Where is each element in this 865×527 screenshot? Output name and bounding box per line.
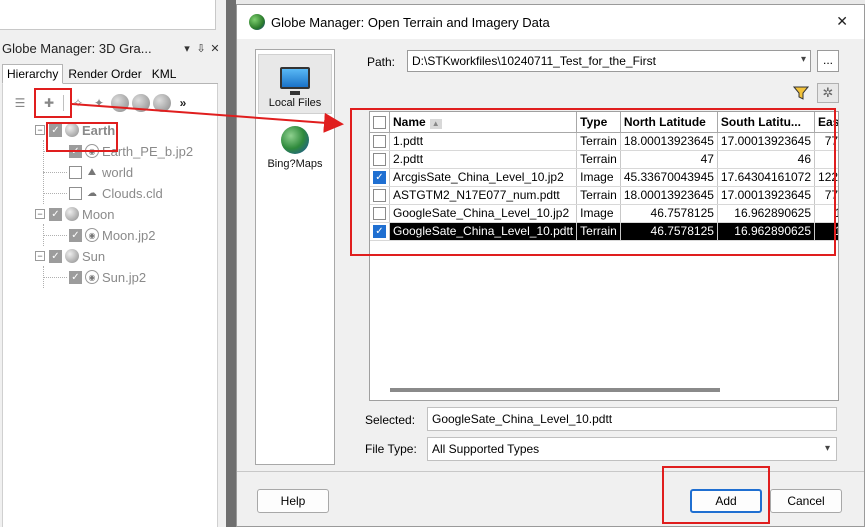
tree-node-moon-image[interactable]: ✓ ◉ Moon.jp2: [69, 225, 155, 245]
help-button[interactable]: Help: [257, 489, 329, 513]
pin-icon[interactable]: ⇩: [194, 42, 208, 55]
collapse-icon[interactable]: −: [35, 251, 45, 261]
sidebar-item-local-files[interactable]: Local Files: [258, 54, 332, 114]
collapse-icon[interactable]: −: [35, 209, 45, 219]
chevron-down-icon[interactable]: ▾: [801, 54, 806, 65]
sidebar-item-label: Local Files: [268, 97, 322, 109]
panel-menu-icon[interactable]: ▾: [180, 42, 194, 55]
globe-icon: [65, 207, 79, 221]
tree-node-clouds[interactable]: ☁ Clouds.cld: [69, 183, 163, 203]
image-icon: ◉: [85, 270, 99, 284]
cloud-icon: ☁: [87, 187, 97, 199]
browse-button[interactable]: ...: [817, 50, 839, 72]
tab-render-order[interactable]: Render Order: [63, 64, 146, 84]
path-label: Path:: [367, 55, 396, 69]
node-checkbox[interactable]: ✓: [69, 270, 82, 284]
dialog-title-bar: Globe Manager: Open Terrain and Imagery …: [237, 5, 864, 39]
monitor-icon: [280, 67, 310, 95]
path-combobox[interactable]: D:\STKworkfiles\10240711_Test_for_the_Fi…: [407, 50, 811, 72]
node-checkbox[interactable]: ✓: [49, 249, 62, 263]
node-checkbox[interactable]: [69, 165, 82, 179]
filter-icon[interactable]: [791, 83, 811, 103]
map-icon: ⛰: [87, 166, 97, 178]
open-terrain-imagery-dialog: Globe Manager: Open Terrain and Imagery …: [236, 4, 865, 527]
upper-panel-area: [0, 0, 216, 30]
image-layer-icon[interactable]: ✦: [90, 94, 108, 112]
panel-header: Globe Manager: 3D Gra... ▾ ⇩ ✕: [0, 38, 222, 58]
sidebar-item-label: Bing?Maps: [267, 158, 323, 170]
dialog-title: Globe Manager: Open Terrain and Imagery …: [271, 14, 550, 30]
more-icon[interactable]: »: [174, 94, 192, 112]
node-label: Sun: [82, 248, 106, 264]
node-label: world: [102, 164, 134, 180]
gear-icon[interactable]: ✲: [817, 83, 839, 103]
node-label: Moon: [82, 206, 115, 222]
horizontal-scrollbar[interactable]: [390, 388, 720, 392]
node-checkbox[interactable]: [69, 186, 82, 200]
tree-node-sun[interactable]: − ✓ Sun: [35, 246, 105, 266]
globe-icon: [281, 126, 309, 154]
source-sidebar: Local Files Bing?Maps: [255, 49, 335, 465]
file-type-combobox[interactable]: All Supported Types ▾: [427, 437, 837, 461]
globe-icon[interactable]: [111, 94, 129, 112]
node-checkbox[interactable]: ✓: [69, 228, 82, 242]
collapse-icon[interactable]: −: [35, 125, 45, 135]
panel-tabs: Hierarchy Render Order KML: [2, 64, 218, 84]
properties-icon[interactable]: ☰: [11, 94, 29, 112]
globe-app-icon: [249, 14, 265, 30]
node-label: Moon.jp2: [102, 227, 156, 243]
tab-kml[interactable]: KML: [147, 64, 182, 84]
tree-node-sun-image[interactable]: ✓ ◉ Sun.jp2: [69, 267, 146, 287]
path-value: D:\STKworkfiles\10240711_Test_for_the_Fi…: [412, 54, 656, 68]
panel-title: Globe Manager: 3D Gra...: [2, 40, 152, 56]
globe-save-icon[interactable]: [132, 94, 150, 112]
file-type-label: File Type:: [365, 442, 417, 456]
globe-refresh-icon[interactable]: [153, 94, 171, 112]
globe-icon: [65, 249, 79, 263]
annotation-box-add-button-dialog: [662, 466, 770, 524]
image-icon: ◉: [85, 228, 99, 242]
annotation-box-file-list: [350, 108, 836, 256]
node-label: Sun.jp2: [102, 269, 147, 285]
cancel-button[interactable]: Cancel: [770, 489, 842, 513]
tree-node-moon[interactable]: − ✓ Moon: [35, 204, 115, 224]
tree-node-world[interactable]: ⛰ world: [69, 162, 133, 182]
node-checkbox[interactable]: ✓: [49, 207, 62, 221]
close-icon[interactable]: ✕: [836, 13, 848, 30]
file-type-value: All Supported Types: [432, 442, 540, 456]
tab-hierarchy[interactable]: Hierarchy: [2, 64, 64, 84]
annotation-box-earth-node: [46, 122, 118, 152]
globe-manager-panel: Globe Manager: 3D Gra... ▾ ⇩ ✕ Hierarchy…: [0, 0, 228, 527]
selected-label: Selected:: [365, 413, 416, 427]
close-icon[interactable]: ✕: [208, 42, 222, 55]
node-label: Clouds.cld: [102, 185, 163, 201]
annotation-box-add-button: [34, 88, 72, 118]
window-edge: [226, 0, 236, 527]
selected-file-field[interactable]: GoogleSate_China_Level_10.pdtt: [427, 407, 837, 431]
sidebar-item-bing-maps[interactable]: Bing?Maps: [258, 114, 332, 174]
chevron-down-icon[interactable]: ▾: [825, 438, 830, 460]
